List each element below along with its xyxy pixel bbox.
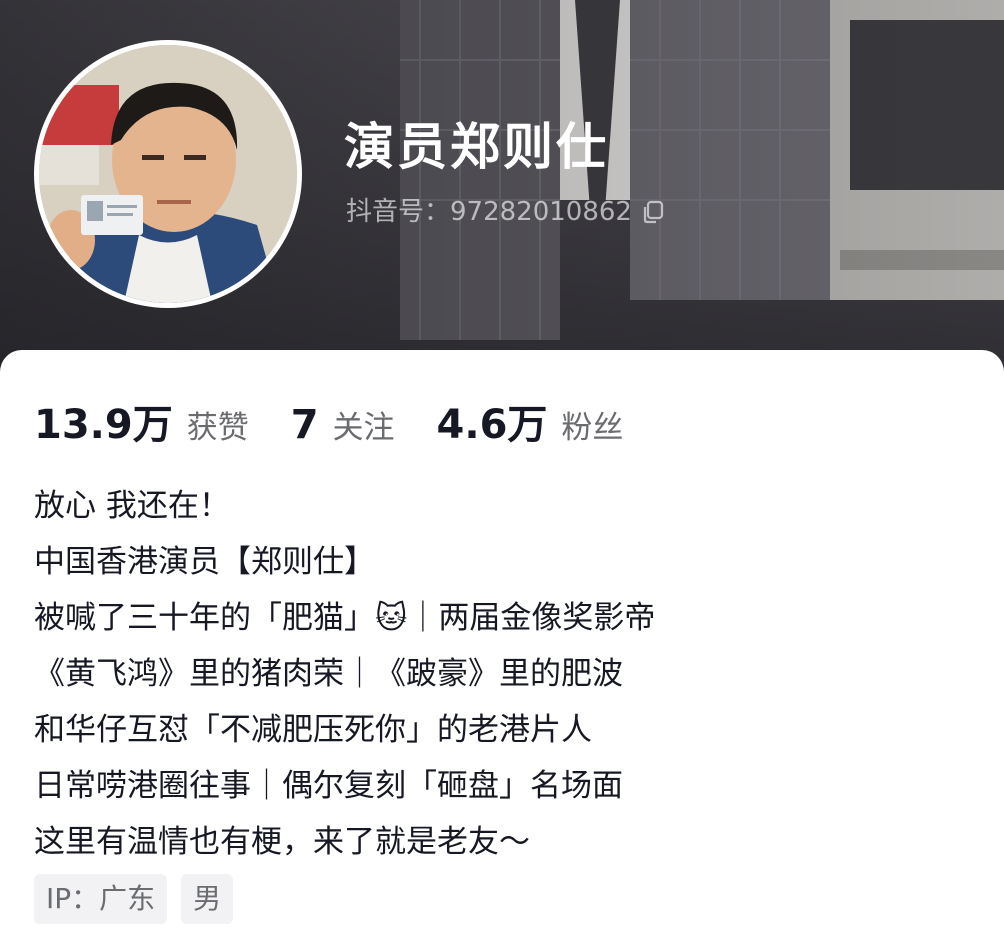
douyin-id-value: 97282010862 <box>450 197 632 227</box>
stat-followers[interactable]: 4.6万 粉丝 <box>437 392 624 450</box>
profile-tags: IP：广东 男 <box>34 874 247 924</box>
stat-likes-label: 获赞 <box>186 410 249 446</box>
stat-likes-value: 13.9万 <box>34 402 173 448</box>
douyin-id-label: 抖音号： <box>346 197 451 227</box>
copy-icon[interactable] <box>640 199 666 225</box>
profile-banner: 演员郑则仕 抖音号： 97282010862 <box>0 0 1004 380</box>
stat-following-value: 7 <box>290 402 319 448</box>
bio-line: 放心 我还在！ <box>34 488 230 524</box>
douyin-id[interactable]: 抖音号： 97282010862 <box>346 194 666 230</box>
profile-stats: 13.9万 获赞 7 关注 4.6万 粉丝 <box>34 392 665 450</box>
profile-name: 演员郑则仕 <box>344 118 609 176</box>
bio-line: 这里有温情也有梗，来了就是老友～ <box>34 824 530 860</box>
stat-likes[interactable]: 13.9万 获赞 <box>34 392 249 450</box>
ip-location-tag: IP：广东 <box>34 874 168 924</box>
stat-followers-value: 4.6万 <box>436 402 548 448</box>
person-avatar-icon <box>39 45 297 303</box>
avatar[interactable] <box>34 40 302 308</box>
gender-tag: 男 <box>181 874 234 924</box>
bio-line: 《黄飞鸿》里的猪肉荣｜《跛豪》里的肥波 <box>34 656 623 692</box>
profile-page: 演员郑则仕 抖音号： 97282010862 13.9万 获赞 7 关注 4.6… <box>0 0 1004 929</box>
profile-bio: 放心 我还在！ 中国香港演员【郑则仕】 被喊了三十年的「肥猫」🐱｜两届金像奖影帝… <box>34 478 974 870</box>
stat-following-label: 关注 <box>332 410 395 446</box>
bio-line: 日常唠港圈往事｜偶尔复刻「砸盘」名场面 <box>34 768 623 804</box>
bio-line: 和华仔互怼「不减肥压死你」的老港片人 <box>34 712 592 748</box>
bio-line: 被喊了三十年的「肥猫」🐱｜两届金像奖影帝 <box>34 600 656 636</box>
bio-line: 中国香港演员【郑则仕】 <box>34 544 375 580</box>
profile-info-card: 13.9万 获赞 7 关注 4.6万 粉丝 放心 我还在！ 中国香港演员【郑则仕… <box>0 350 1004 929</box>
stat-followers-label: 粉丝 <box>561 410 624 446</box>
stat-following[interactable]: 7 关注 <box>291 402 395 448</box>
